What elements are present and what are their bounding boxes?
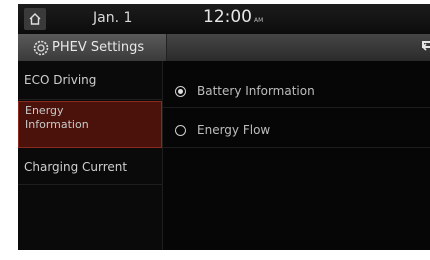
gear-icon	[32, 39, 50, 57]
radio-unselected-icon	[175, 124, 186, 136]
page-title: PHEV Settings	[52, 40, 145, 55]
option-battery-information[interactable]: Battery Information	[175, 81, 315, 101]
title-bar: PHEV Settings	[18, 34, 430, 61]
option-label: Battery Information	[197, 84, 315, 98]
option-energy-flow[interactable]: Energy Flow	[175, 120, 270, 140]
sidebar-item-label: Energy Information	[25, 104, 89, 131]
date-display: Jan. 1	[93, 10, 133, 26]
sidebar-item-charging-current[interactable]: Charging Current	[18, 149, 162, 185]
time-display: 12:00 AM	[203, 7, 263, 27]
sidebar-item-energy-information[interactable]: Energy Information	[18, 101, 162, 148]
home-button[interactable]	[24, 8, 46, 30]
status-bar: Jan. 1 12:00 AM	[18, 4, 430, 34]
sidebar-item-label: ECO Driving	[24, 73, 97, 87]
sidebar-item-eco-driving[interactable]: ECO Driving	[18, 61, 162, 100]
home-icon	[29, 13, 41, 25]
options-panel: Battery Information Energy Flow	[163, 61, 430, 250]
radio-selected-icon	[175, 85, 186, 97]
back-icon[interactable]	[420, 39, 430, 55]
divider	[163, 147, 430, 148]
sidebar-menu: ECO Driving Energy Information Charging …	[18, 61, 163, 250]
page-title-area: PHEV Settings	[18, 34, 167, 61]
sidebar-item-label: Charging Current	[24, 160, 128, 174]
option-label: Energy Flow	[197, 123, 271, 137]
time-value: 12:00	[203, 7, 252, 27]
infotainment-screen: Jan. 1 12:00 AM PHEV Settings ECO Driving…	[18, 4, 430, 250]
ampm-indicator: AM	[254, 17, 264, 24]
divider	[163, 107, 430, 108]
